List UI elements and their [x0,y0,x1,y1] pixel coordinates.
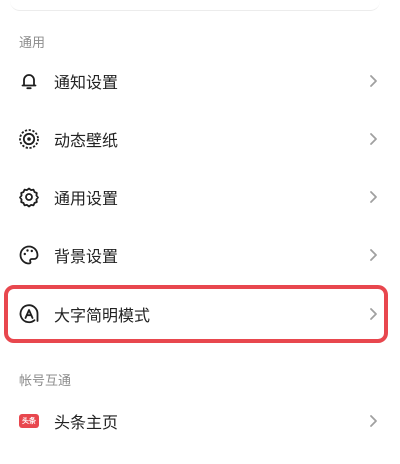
settings-item-live-wallpaper[interactable]: 动态壁纸 [0,111,400,167]
settings-item-general[interactable]: 通用设置 [0,169,400,225]
settings-item-label: 背景设置 [54,247,119,266]
settings-item-large-font-mode[interactable]: 大字简明模式 [0,286,400,342]
chevron-right-icon [366,414,380,428]
chevron-right-icon [366,132,380,146]
settings-item-toutiao-home[interactable]: 头条 头条主页 [0,393,400,449]
settings-item-background[interactable]: 背景设置 [0,227,400,283]
large-font-icon [18,303,40,325]
settings-item-label: 通知设置 [54,73,119,92]
settings-item-label: 头条主页 [54,413,119,432]
gear-icon [18,186,40,208]
live-wallpaper-icon [18,128,40,150]
chevron-right-icon [366,248,380,262]
toutiao-badge-icon: 头条 [18,410,40,432]
settings-item-label: 动态壁纸 [54,131,119,150]
section-header-general: 通用 [19,36,46,51]
chevron-right-icon [366,307,380,321]
section-header-account: 帐号互通 [19,374,72,389]
settings-item-notification[interactable]: 通知设置 [0,53,400,109]
top-card-edge [10,0,380,11]
toutiao-badge: 头条 [19,414,39,428]
settings-item-label: 通用设置 [54,189,119,208]
chevron-right-icon [366,190,380,204]
chevron-right-icon [366,74,380,88]
bell-icon [18,70,40,92]
settings-item-label: 大字简明模式 [54,306,151,325]
palette-icon [18,244,40,266]
